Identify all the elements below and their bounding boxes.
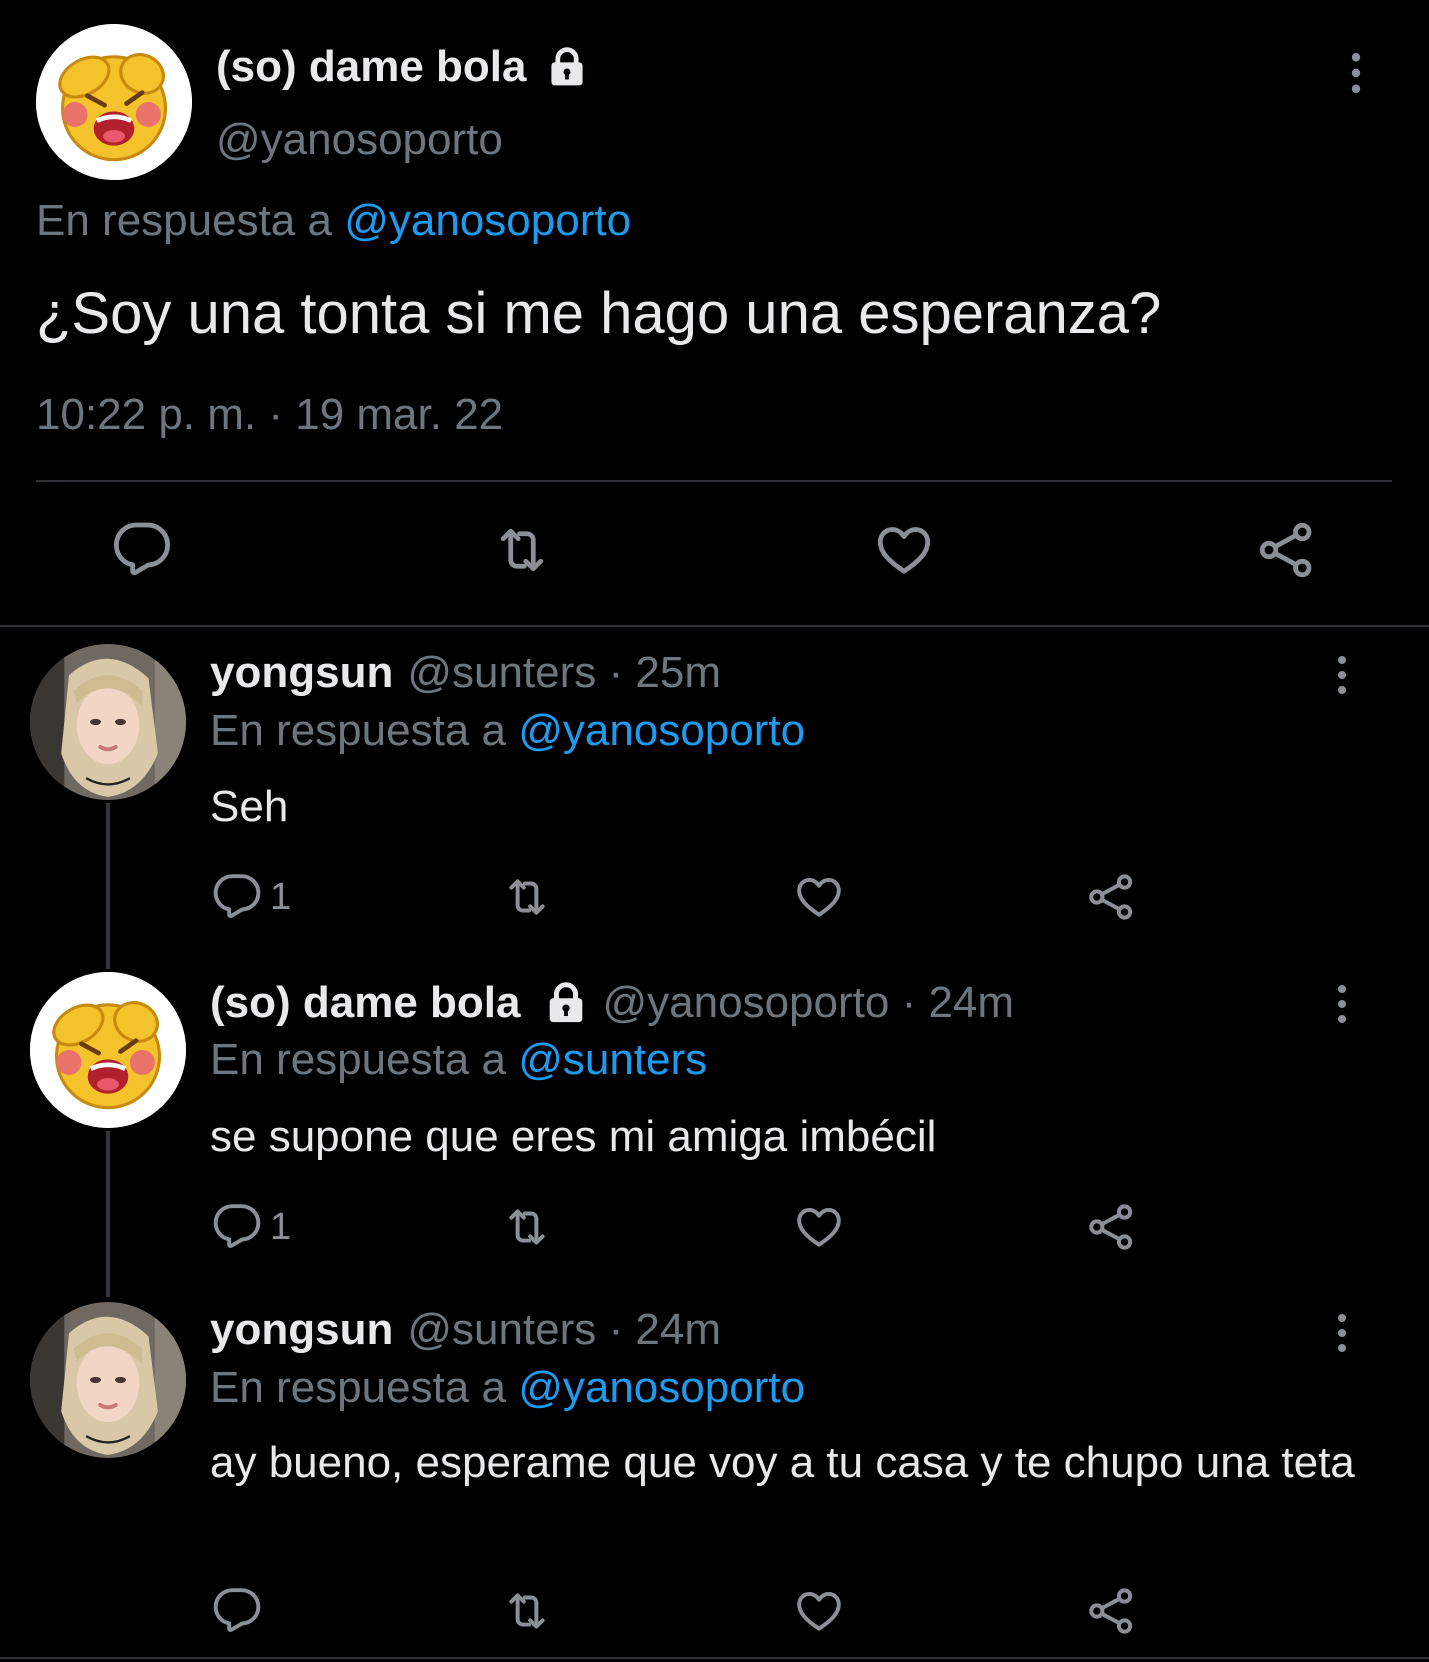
lock-icon [545, 45, 589, 89]
tweet-text: ¿Soy una tonta si me hago una esperanza? [36, 281, 1162, 346]
avatar[interactable] [30, 1302, 186, 1458]
display-name[interactable]: (so) dame bola [216, 42, 589, 92]
like-icon[interactable] [794, 872, 844, 922]
tweet-actions [0, 520, 1429, 590]
retweet-icon[interactable] [502, 1202, 552, 1252]
like-icon[interactable] [874, 520, 934, 580]
tweet-text: ay bueno, esperame que voy a tu casa y t… [210, 1438, 1355, 1487]
avatar-image [30, 972, 186, 1128]
more-icon[interactable] [1336, 1313, 1348, 1353]
share-icon[interactable] [1256, 520, 1316, 580]
replying-to: En respuesta a @sunters [210, 1035, 707, 1085]
retweet-icon[interactable] [502, 872, 552, 922]
reply-icon[interactable] [112, 520, 172, 580]
avatar[interactable] [30, 972, 186, 1128]
reply-icon[interactable] [212, 872, 262, 922]
handle[interactable]: @yanosoporto [216, 115, 503, 165]
handle-time[interactable]: @sunters · 24m [407, 1305, 721, 1355]
share-icon[interactable] [1086, 1202, 1136, 1252]
tweet-header: yongsun @sunters · 25m [210, 648, 721, 698]
share-icon[interactable] [1086, 1586, 1136, 1636]
replying-prefix: En respuesta a [210, 706, 506, 755]
avatar-image [36, 24, 192, 180]
avatar[interactable] [36, 24, 192, 180]
replying-to: En respuesta a @yanosoporto [210, 706, 805, 756]
like-icon[interactable] [794, 1202, 844, 1252]
retweet-icon[interactable] [492, 520, 552, 580]
reply-action[interactable]: 1 [212, 1202, 291, 1252]
replying-to-mention[interactable]: @yanosoporto [344, 196, 631, 245]
replying-prefix: En respuesta a [36, 196, 332, 245]
display-name-text[interactable]: (so) dame bola [216, 42, 527, 92]
replying-prefix: En respuesta a [210, 1363, 506, 1412]
display-name[interactable]: yongsun [210, 648, 393, 698]
tweet-actions: 1 [0, 872, 1429, 922]
lock-icon [543, 980, 589, 1026]
reply-icon[interactable] [212, 1586, 262, 1636]
handle-time[interactable]: @sunters · 25m [407, 648, 721, 698]
like-icon[interactable] [794, 1586, 844, 1636]
tweet-text: se supone que eres mi amiga imbécil [210, 1112, 937, 1161]
share-icon[interactable] [1086, 872, 1136, 922]
replying-to: En respuesta a @yanosoporto [210, 1363, 805, 1413]
tweet-header: yongsun @sunters · 24m [210, 1305, 721, 1355]
avatar-image [30, 644, 186, 800]
divider [0, 625, 1429, 627]
replying-to-mention[interactable]: @yanosoporto [518, 1363, 805, 1412]
replying-to-mention[interactable]: @yanosoporto [518, 706, 805, 755]
tweet-actions: 1 [0, 1202, 1429, 1252]
main-tweet: (so) dame bola @yanosoporto En respuesta… [0, 0, 1429, 627]
replying-prefix: En respuesta a [210, 1035, 506, 1084]
divider [0, 1657, 1429, 1659]
display-name[interactable]: yongsun [210, 1305, 393, 1355]
tweet-timestamp[interactable]: 10:22 p. m. · 19 mar. 22 [36, 390, 503, 440]
reply-count: 1 [270, 1205, 292, 1248]
reply-action[interactable] [212, 1586, 270, 1636]
handle-time[interactable]: @yanosoporto · 24m [603, 978, 1015, 1028]
more-icon[interactable] [1336, 984, 1348, 1024]
tweet-text: Seh [210, 782, 289, 831]
reply-icon[interactable] [212, 1202, 262, 1252]
divider [36, 480, 1392, 482]
avatar-image [30, 1302, 186, 1458]
more-icon[interactable] [1350, 52, 1362, 94]
reply-action[interactable]: 1 [212, 872, 291, 922]
more-icon[interactable] [1336, 655, 1348, 695]
tweet-header: (so) dame bola @yanosoporto · 24m [210, 978, 1014, 1028]
tweet-actions [0, 1586, 1429, 1636]
avatar[interactable] [30, 644, 186, 800]
display-name[interactable]: (so) dame bola [210, 978, 521, 1028]
reply-count: 1 [270, 875, 292, 918]
replying-to-mention[interactable]: @sunters [518, 1035, 707, 1084]
replying-to: En respuesta a @yanosoporto [36, 196, 631, 246]
retweet-icon[interactable] [502, 1586, 552, 1636]
